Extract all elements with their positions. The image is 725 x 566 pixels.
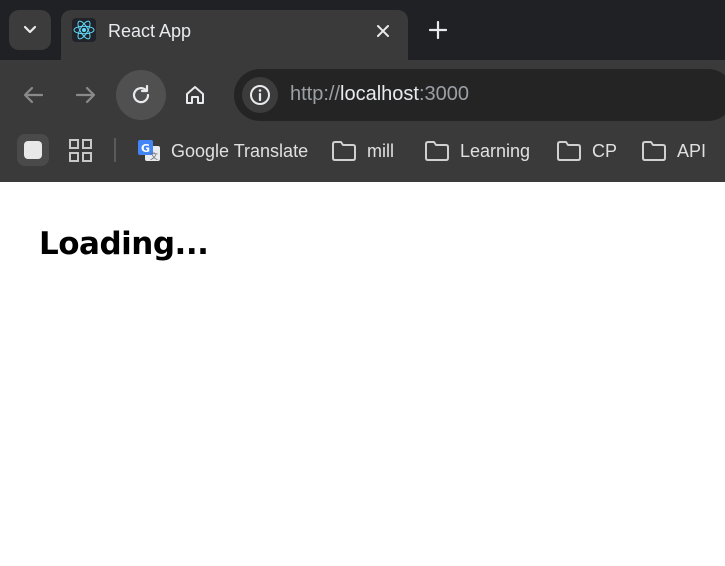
reload-icon [132,84,150,104]
folder-icon [332,141,356,161]
browser-chrome: React App http://localhost:3000 G 文 Goog… [0,0,725,182]
bookmark-folder-cp[interactable]: CP [556,138,617,164]
url-scheme: http:// [290,83,341,105]
bookmark-google-translate[interactable]: G 文 Google Translate [137,138,308,164]
back-button[interactable] [8,70,58,120]
tab-title: React App [108,21,192,41]
site-info-icon[interactable] [242,77,278,113]
home-button[interactable] [170,70,220,120]
profile-apps-button[interactable] [17,134,49,166]
bookmarks-bar: G 文 Google Translate mill Learning CP AP… [0,126,725,174]
svg-text:文: 文 [150,151,158,161]
toolbar: http://localhost:3000 G 文 Google Transla… [0,60,725,182]
tab-react-app[interactable]: React App [61,10,408,60]
bookmarks-separator [114,138,116,162]
back-arrow-icon [23,86,44,104]
bookmark-folder-api[interactable]: API [641,138,706,164]
bookmark-label: Google Translate [171,140,309,161]
tab-search-button[interactable] [9,10,51,50]
bookmark-label: CP [592,140,618,161]
folder-icon [425,141,449,161]
plus-icon [429,21,447,39]
home-icon [186,86,204,104]
chevron-down-icon [23,25,37,34]
url-text[interactable]: http://localhost:3000 [290,83,469,106]
bookmark-label: API [677,140,707,161]
new-tab-button[interactable] [427,19,449,41]
url-port: :3000 [418,83,470,105]
bookmark-label: mill [367,140,394,161]
forward-arrow-icon [75,86,96,104]
react-logo-icon [72,18,96,42]
bookmark-folder-mill[interactable]: mill [331,138,394,164]
folder-icon [642,141,666,161]
svg-text:G: G [141,142,150,155]
google-translate-icon: G 文 [138,140,160,161]
square-icon [24,141,42,159]
bookmark-label: Learning [460,140,531,161]
close-tab-icon[interactable] [373,21,393,41]
folder-icon [557,141,581,161]
reload-button[interactable] [116,70,166,120]
url-host: localhost [340,83,419,105]
tab-strip: React App [0,0,725,60]
forward-button[interactable] [61,70,111,120]
bookmark-folder-learning[interactable]: Learning [424,138,530,164]
page-content: Loading... [0,182,725,566]
loading-heading: Loading... [39,226,209,262]
address-bar[interactable]: http://localhost:3000 [234,69,725,121]
apps-grid-icon[interactable] [67,137,95,165]
